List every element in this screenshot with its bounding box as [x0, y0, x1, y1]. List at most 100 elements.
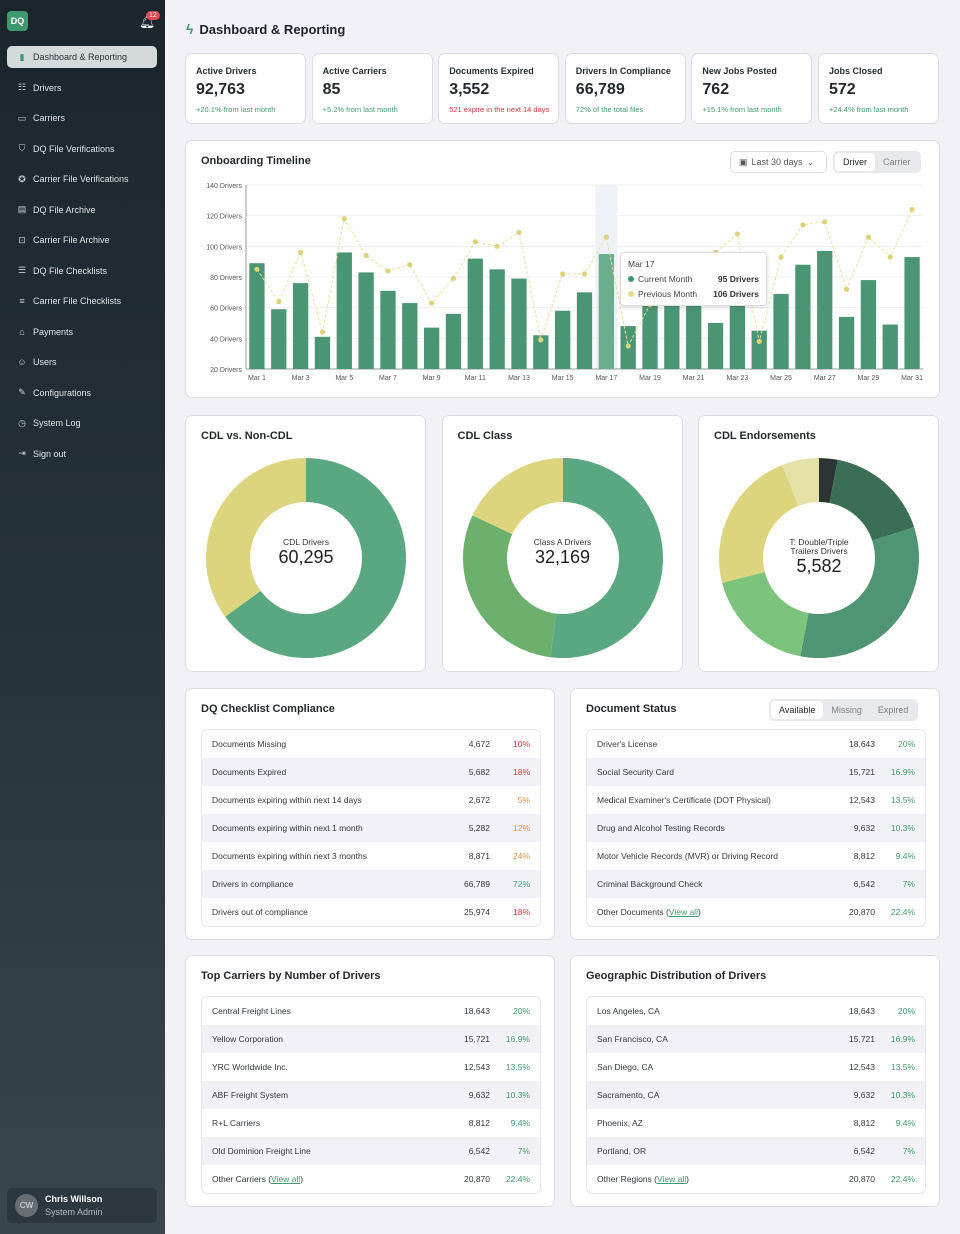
stat-label: Documents Expired [449, 66, 534, 76]
bar[interactable] [773, 293, 789, 369]
x-tick-label: Mar 5 [335, 375, 353, 382]
donut-center-value: 32,169 [534, 547, 591, 567]
bar[interactable] [555, 310, 571, 369]
bar[interactable] [686, 295, 702, 369]
previous-month-point[interactable] [385, 268, 391, 274]
previous-month-point[interactable] [363, 252, 369, 259]
tab-expired[interactable]: Expired [870, 701, 917, 719]
tab-available[interactable]: Available [771, 701, 824, 719]
bar[interactable] [489, 269, 505, 369]
previous-month-point[interactable] [603, 234, 609, 240]
view-all-link[interactable]: View all [669, 907, 698, 917]
bar[interactable] [249, 263, 265, 369]
bar[interactable] [729, 301, 746, 369]
previous-month-point[interactable] [581, 271, 588, 277]
row-count: 20,870 [849, 1174, 875, 1184]
bank-icon: ⌂ [19, 326, 25, 337]
user-profile[interactable]: CW Chris Willson System Admin [7, 1188, 157, 1223]
table-card: Document Status Available Missing Expired Dr… [570, 688, 940, 940]
previous-month-point[interactable] [734, 231, 740, 237]
previous-month-point[interactable] [822, 219, 828, 225]
tooltip-current-value: 95 Drivers [717, 274, 759, 284]
bar[interactable] [292, 283, 309, 369]
previous-month-point[interactable] [560, 271, 566, 277]
table-row: ABF Freight System 9,632 10.3% [202, 1081, 540, 1109]
bar[interactable] [271, 309, 287, 369]
bar[interactable] [336, 252, 352, 369]
sidebar-item-sign-out[interactable]: ⇥ Sign out [7, 443, 157, 465]
previous-month-point[interactable] [407, 262, 413, 268]
sidebar-item-configurations[interactable]: ✎ Configurations [7, 382, 157, 404]
previous-month-point[interactable] [909, 206, 915, 213]
sidebar-item-dq-file-checklists[interactable]: ☰ DQ File Checklists [7, 260, 157, 282]
previous-month-point[interactable] [625, 343, 631, 349]
bar[interactable] [904, 257, 920, 369]
user-name: Chris Willson [45, 1194, 103, 1204]
previous-month-point[interactable] [472, 239, 478, 245]
list-icon: ≡ [19, 296, 25, 306]
bar[interactable] [576, 292, 593, 369]
bar[interactable] [358, 272, 374, 369]
sidebar-item-label: Users [33, 357, 57, 367]
previous-month-point[interactable] [276, 298, 282, 305]
donut-slice[interactable] [722, 571, 809, 657]
bar[interactable] [751, 330, 767, 369]
row-label: Drug and Alcohol Testing Records [597, 823, 815, 833]
sidebar-item-carriers[interactable]: ▭ Carriers [7, 107, 157, 129]
tooltip-previous-label: Previous Month [638, 289, 698, 299]
bar[interactable] [795, 264, 811, 369]
previous-month-point[interactable] [450, 275, 457, 282]
previous-month-point[interactable] [800, 222, 806, 228]
previous-month-point[interactable] [887, 254, 893, 260]
bar[interactable] [467, 258, 483, 369]
previous-month-point[interactable] [538, 337, 544, 343]
view-all-link[interactable]: View all [271, 1174, 300, 1184]
sidebar-item-drivers[interactable]: ☷ Drivers [7, 77, 157, 99]
bar[interactable] [817, 250, 833, 369]
previous-month-point[interactable] [865, 234, 872, 240]
previous-month-point[interactable] [494, 243, 500, 249]
bar[interactable] [598, 254, 614, 369]
bar[interactable] [380, 290, 396, 369]
bar[interactable] [838, 316, 855, 369]
row-label: ABF Freight System [212, 1090, 430, 1100]
previous-month-point[interactable] [778, 254, 784, 260]
bar[interactable] [882, 324, 898, 369]
bar[interactable] [423, 327, 440, 369]
donut-center: T: Double/Triple Trailers Drivers 5,582 [759, 538, 879, 577]
previous-month-point[interactable] [429, 300, 435, 306]
bar[interactable] [445, 313, 462, 369]
sidebar-item-users[interactable]: ☺ Users [7, 351, 157, 373]
previous-month-point[interactable] [843, 286, 850, 292]
sidebar-item-carrier-file-verifications[interactable]: ✪ Carrier File Verifications [7, 168, 157, 190]
x-tick-label: Mar 29 [858, 375, 880, 382]
bar[interactable] [314, 336, 331, 369]
previous-month-point[interactable] [756, 338, 762, 344]
onboarding-chart: 20 Drivers 40 Drivers 60 Drivers 80 Drivers… [206, 183, 923, 382]
view-all-link[interactable]: View all [657, 1174, 686, 1184]
previous-month-point[interactable] [319, 329, 326, 335]
bar[interactable] [642, 300, 658, 369]
previous-month-point[interactable] [297, 249, 304, 256]
previous-month-point[interactable] [341, 216, 347, 222]
bar[interactable] [707, 323, 724, 369]
sidebar-item-dq-file-verifications[interactable]: ⛉ DQ File Verifications [7, 138, 157, 160]
row-count: 9,632 [853, 823, 875, 833]
bar[interactable] [860, 280, 877, 369]
sidebar-item-dq-file-archive[interactable]: ▤ DQ File Archive [7, 199, 157, 221]
donut-slice[interactable] [829, 459, 915, 541]
bar[interactable] [511, 278, 527, 369]
sidebar-item-payments[interactable]: ⌂ Payments [7, 321, 157, 343]
x-tick-label: Mar 15 [552, 375, 574, 382]
sidebar-item-carrier-file-archive[interactable]: ⊡ Carrier File Archive [7, 229, 157, 251]
previous-month-point[interactable] [516, 229, 522, 236]
table-row: Motor Vehicle Records (MVR) or Driving R… [587, 842, 925, 870]
sidebar-item-system-log[interactable]: ◷ System Log [7, 412, 157, 434]
tab-missing[interactable]: Missing [823, 701, 870, 719]
bar[interactable] [402, 303, 418, 369]
logo[interactable]: DQ [7, 11, 28, 31]
sidebar-item-dashboard-reporting[interactable]: ▮ Dashboard & Reporting [7, 46, 157, 68]
previous-month-point[interactable] [254, 266, 260, 272]
status-tabs: Available Missing Expired [769, 699, 919, 721]
sidebar-item-carrier-file-checklists[interactable]: ≡ Carrier File Checklists [7, 290, 157, 312]
